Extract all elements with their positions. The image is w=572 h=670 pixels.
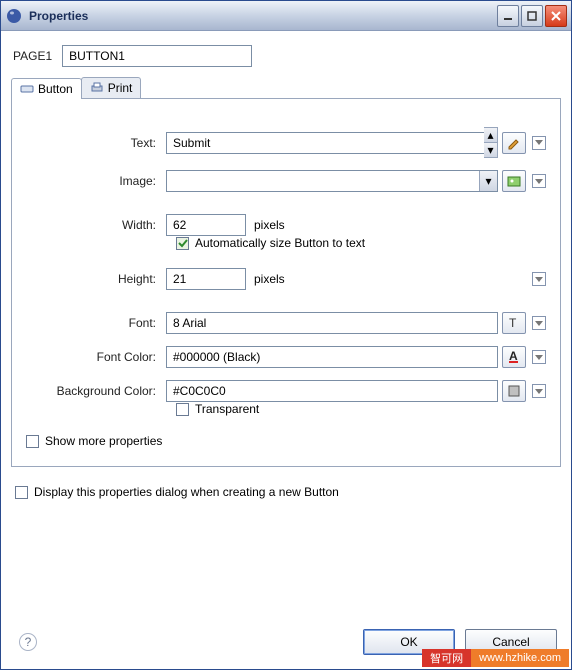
text-input[interactable]	[166, 132, 485, 154]
font-binding-toggle[interactable]	[532, 316, 546, 330]
svg-text:T: T	[509, 317, 517, 329]
button-tab-icon	[20, 82, 34, 96]
bgcolor-label: Background Color:	[26, 384, 166, 398]
font-input[interactable]	[166, 312, 498, 334]
transparent-checkbox[interactable]	[176, 403, 189, 416]
content-area: PAGE1 Button Print Text: ▴▾	[1, 31, 571, 669]
chevron-down-icon: ▾	[479, 171, 497, 191]
properties-window: Properties PAGE1 Button Print Text:	[0, 0, 572, 670]
button-panel: Text: ▴▾ Image: ▾ Width: pixels	[11, 99, 561, 467]
browse-image-button[interactable]	[502, 170, 526, 192]
row-height: Height: pixels	[26, 268, 546, 290]
minimize-button[interactable]	[497, 5, 519, 27]
showmore-label: Show more properties	[45, 434, 162, 448]
display-on-create-checkbox[interactable]	[15, 486, 28, 499]
image-label: Image:	[26, 174, 166, 188]
fontcolor-binding-toggle[interactable]	[532, 350, 546, 364]
display-on-create-label: Display this properties dialog when crea…	[34, 485, 339, 499]
tab-button[interactable]: Button	[11, 78, 82, 99]
row-font: Font: T	[26, 312, 546, 334]
height-unit: pixels	[254, 272, 285, 286]
text-label: Text:	[26, 136, 166, 150]
choose-bgcolor-button[interactable]	[502, 380, 526, 402]
bgcolor-input[interactable]	[166, 380, 498, 402]
text-binding-toggle[interactable]	[532, 136, 546, 150]
width-label: Width:	[26, 218, 166, 232]
titlebar: Properties	[1, 1, 571, 31]
bgcolor-binding-toggle[interactable]	[532, 384, 546, 398]
height-binding-toggle[interactable]	[532, 272, 546, 286]
watermark: 智可网 www.hzhike.com	[422, 649, 569, 667]
help-button[interactable]: ?	[19, 633, 37, 651]
close-button[interactable]	[545, 5, 567, 27]
row-display-on-create: Display this properties dialog when crea…	[15, 485, 561, 499]
image-binding-toggle[interactable]	[532, 174, 546, 188]
watermark-a: 智可网	[422, 649, 471, 667]
row-text: Text: ▴▾	[26, 127, 546, 158]
print-tab-icon	[90, 81, 104, 95]
tabstrip: Button Print	[11, 77, 561, 99]
autosize-checkbox[interactable]	[176, 237, 189, 250]
header-row: PAGE1	[11, 45, 561, 67]
height-label: Height:	[26, 272, 166, 286]
fontcolor-label: Font Color:	[26, 350, 166, 364]
window-controls	[497, 5, 567, 27]
text-spinner[interactable]: ▴▾	[484, 127, 498, 158]
width-input[interactable]	[166, 214, 246, 236]
showmore-checkbox[interactable]	[26, 435, 39, 448]
button-id-input[interactable]	[62, 45, 252, 67]
watermark-b: www.hzhike.com	[471, 649, 569, 667]
tab-print[interactable]: Print	[81, 77, 142, 98]
transparent-label: Transparent	[195, 402, 259, 416]
height-input[interactable]	[166, 268, 246, 290]
window-title: Properties	[29, 9, 497, 23]
maximize-button[interactable]	[521, 5, 543, 27]
image-value	[167, 171, 479, 191]
fontcolor-input[interactable]	[166, 346, 498, 368]
tab-button-label: Button	[38, 82, 73, 96]
row-transparent: Transparent	[176, 402, 546, 416]
image-combo[interactable]: ▾	[166, 170, 498, 192]
page-label: PAGE1	[11, 49, 52, 63]
row-width: Width: pixels	[26, 214, 546, 236]
tab-print-label: Print	[108, 81, 133, 95]
width-unit: pixels	[254, 218, 285, 232]
app-icon	[5, 7, 23, 25]
row-fontcolor: Font Color: A	[26, 346, 546, 368]
row-image: Image: ▾	[26, 170, 546, 192]
row-autosize: Automatically size Button to text	[176, 236, 546, 250]
row-showmore: Show more properties	[26, 434, 546, 448]
autosize-label: Automatically size Button to text	[195, 236, 365, 250]
choose-font-button[interactable]: T	[502, 312, 526, 334]
font-label: Font:	[26, 316, 166, 330]
choose-fontcolor-button[interactable]: A	[502, 346, 526, 368]
edit-text-button[interactable]	[502, 132, 526, 154]
row-bgcolor: Background Color:	[26, 380, 546, 402]
